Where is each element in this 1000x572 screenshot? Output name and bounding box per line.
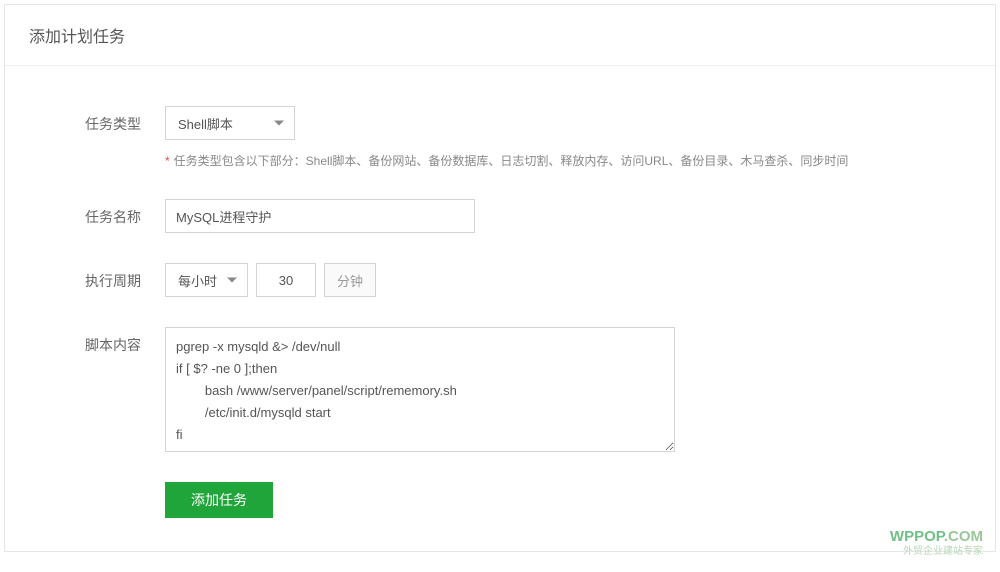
label-task-type: 任务类型	[85, 106, 165, 134]
task-type-select[interactable]: Shell脚本	[165, 106, 295, 140]
label-empty	[85, 482, 165, 490]
controls-task-name	[165, 199, 971, 233]
label-script: 脚本内容	[85, 327, 165, 355]
chevron-down-icon	[274, 121, 284, 126]
row-task-type: 任务类型 Shell脚本 * 任务类型包含以下部分：Shell脚本、备份网站、备份…	[85, 106, 971, 169]
add-cron-panel: 添加计划任务 任务类型 Shell脚本 * 任务类型包含以下部分：Shell脚本、…	[4, 4, 996, 552]
watermark-sub: 外贸企业建站专家	[903, 542, 983, 557]
controls-task-type: Shell脚本 * 任务类型包含以下部分：Shell脚本、备份网站、备份数据库、日…	[165, 106, 971, 169]
task-name-input[interactable]	[165, 199, 475, 233]
cycle-unit: 分钟	[324, 263, 376, 297]
row-submit: 添加任务	[85, 482, 971, 518]
form-area: 任务类型 Shell脚本 * 任务类型包含以下部分：Shell脚本、备份网站、备份…	[5, 66, 995, 572]
cycle-value: 每小时	[178, 271, 217, 290]
label-cycle: 执行周期	[85, 263, 165, 291]
controls-script: pgrep -x mysqld &> /dev/null if [ $? -ne…	[165, 327, 971, 452]
label-task-name: 任务名称	[85, 199, 165, 227]
row-script: 脚本内容 pgrep -x mysqld &> /dev/null if [ $…	[85, 327, 971, 452]
script-textarea[interactable]: pgrep -x mysqld &> /dev/null if [ $? -ne…	[165, 327, 675, 452]
panel-title: 添加计划任务	[5, 5, 995, 66]
task-type-value: Shell脚本	[178, 114, 233, 133]
chevron-down-icon	[227, 278, 237, 283]
required-star: *	[165, 154, 170, 168]
row-task-name: 任务名称	[85, 199, 971, 233]
row-cycle: 执行周期 每小时 分钟	[85, 263, 971, 297]
hint-content: 任务类型包含以下部分：Shell脚本、备份网站、备份数据库、日志切割、释放内存、…	[174, 154, 849, 168]
cycle-select[interactable]: 每小时	[165, 263, 248, 297]
controls-submit: 添加任务	[165, 482, 971, 518]
cycle-number-input[interactable]	[256, 263, 316, 297]
task-type-hint: * 任务类型包含以下部分：Shell脚本、备份网站、备份数据库、日志切割、释放内存…	[165, 152, 971, 169]
add-task-button[interactable]: 添加任务	[165, 482, 273, 518]
controls-cycle: 每小时 分钟	[165, 263, 971, 297]
